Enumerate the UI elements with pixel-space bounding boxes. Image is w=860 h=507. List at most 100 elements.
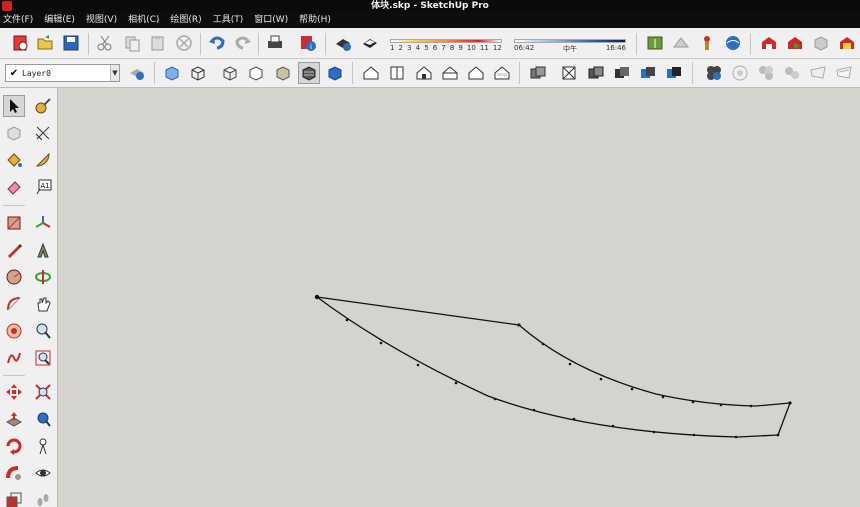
sandbox-from-contours-button[interactable]: [703, 62, 725, 84]
xray-style-button[interactable]: [161, 62, 183, 84]
warehouse-button[interactable]: [758, 32, 780, 54]
make-component-button[interactable]: [3, 122, 25, 144]
share-component-button[interactable]: [810, 32, 832, 54]
pan-tool-button[interactable]: [32, 293, 54, 315]
move-tool-button[interactable]: [3, 381, 25, 403]
iso-view-button[interactable]: [360, 62, 382, 84]
right-view-button[interactable]: [439, 62, 461, 84]
outer-shell-button[interactable]: [558, 62, 580, 84]
front-view-button[interactable]: [413, 62, 435, 84]
redo-button[interactable]: [232, 32, 254, 54]
smoove-button[interactable]: [755, 62, 777, 84]
paint-bucket-button[interactable]: [3, 149, 25, 171]
menu-edit[interactable]: 编辑(E): [44, 12, 75, 28]
save-button[interactable]: [60, 32, 82, 54]
menu-help[interactable]: 帮助(H): [299, 12, 331, 28]
model-info-button[interactable]: i: [297, 32, 319, 54]
line-tool-button[interactable]: [3, 239, 25, 261]
extension-warehouse-button[interactable]: [836, 32, 858, 54]
arrow-cursor-icon: [10, 99, 19, 113]
menu-tools[interactable]: 工具(T): [213, 12, 244, 28]
preview-google-earth-button[interactable]: [722, 32, 744, 54]
protractor-button[interactable]: [32, 149, 54, 171]
menu-view[interactable]: 视图(V): [86, 12, 117, 28]
sandbox-from-scratch-button[interactable]: [729, 62, 751, 84]
eraser-button[interactable]: [3, 176, 25, 198]
shadow-time-slider[interactable]: 06:42 中午 16:46: [514, 33, 626, 55]
subtract-button[interactable]: [611, 62, 633, 84]
back-edges-style-button[interactable]: [187, 62, 209, 84]
orbit-tool-button[interactable]: [32, 266, 54, 288]
share-model-button[interactable]: [784, 32, 806, 54]
new-file-button[interactable]: [9, 32, 31, 54]
split-button[interactable]: [663, 62, 685, 84]
month-labels: 1 2 3 4 5 6 7 8 9 10 11 12: [390, 44, 502, 52]
zoom-tool-button[interactable]: [32, 320, 54, 342]
layer-manager-button[interactable]: [126, 62, 148, 84]
left-view-button[interactable]: [491, 62, 513, 84]
dimension-tool-button[interactable]: [32, 122, 54, 144]
push-pull-tool-button[interactable]: [3, 408, 25, 430]
hidden-line-style-button[interactable]: [245, 62, 267, 84]
stamp-button[interactable]: [781, 62, 803, 84]
photo-texture-button[interactable]: [696, 32, 718, 54]
look-around-button[interactable]: [32, 462, 54, 484]
shaded-textures-style-button[interactable]: [298, 62, 320, 84]
menu-draw[interactable]: 绘图(R): [170, 12, 201, 28]
union-button[interactable]: [527, 62, 549, 84]
paste-button[interactable]: [147, 32, 169, 54]
zoom-extents-button[interactable]: [32, 381, 54, 403]
3d-text-tool-button[interactable]: [32, 239, 54, 261]
open-button[interactable]: [34, 32, 56, 54]
layer-dropdown[interactable]: ✔ Layer0 ▼: [5, 64, 120, 82]
display-shadows-button[interactable]: [359, 32, 381, 54]
cut-button[interactable]: [94, 32, 116, 54]
arc-tool-button[interactable]: [3, 293, 25, 315]
vertex: [345, 318, 349, 322]
circle-tool-button[interactable]: [3, 266, 25, 288]
print-button[interactable]: [264, 32, 286, 54]
menu-camera[interactable]: 相机(C): [128, 12, 159, 28]
modeling-viewport[interactable]: [58, 88, 860, 507]
rotate-tool-button[interactable]: [3, 435, 25, 457]
shadow-settings-button[interactable]: [332, 32, 354, 54]
rectangle-tool-button[interactable]: [3, 212, 25, 234]
add-detail-button[interactable]: [833, 62, 855, 84]
menu-file[interactable]: 文件(F): [3, 12, 33, 28]
scissors-icon: [97, 35, 112, 51]
month-label: 1: [390, 44, 395, 52]
shadow-date-slider[interactable]: 1 2 3 4 5 6 7 8 9 10 11 12: [390, 33, 502, 55]
shaded-style-button[interactable]: [272, 62, 294, 84]
tape-measure-button[interactable]: [32, 95, 54, 117]
text-tool-button[interactable]: A1: [32, 176, 54, 198]
save-icon: [63, 35, 79, 51]
previous-view-button[interactable]: [32, 408, 54, 430]
follow-me-tool-button[interactable]: [3, 462, 25, 484]
add-location-button[interactable]: [644, 32, 666, 54]
intersect-button[interactable]: [585, 62, 607, 84]
polygon-tool-button[interactable]: [3, 320, 25, 342]
menu-window[interactable]: 窗口(W): [254, 12, 288, 28]
drape-button[interactable]: [807, 62, 829, 84]
zoom-window-button[interactable]: [32, 347, 54, 369]
trim-button[interactable]: [637, 62, 659, 84]
undo-button[interactable]: [206, 32, 228, 54]
monochrome-style-button[interactable]: [324, 62, 346, 84]
hand-icon: [37, 297, 51, 312]
freehand-tool-button[interactable]: [3, 347, 25, 369]
polygon-icon: [6, 323, 22, 339]
select-tool-button[interactable]: [3, 95, 25, 117]
scale-tool-button[interactable]: [3, 489, 25, 507]
chevron-down-icon[interactable]: ▼: [110, 65, 119, 81]
toggle-terrain-button[interactable]: [670, 32, 692, 54]
back-house-icon: [468, 66, 484, 80]
back-view-button[interactable]: [465, 62, 487, 84]
axes-tool-button[interactable]: [32, 212, 54, 234]
erase-button[interactable]: [173, 32, 195, 54]
wireframe-style-button[interactable]: [219, 62, 241, 84]
walk-tool-button[interactable]: [32, 489, 54, 507]
text-label-icon: A1: [36, 179, 52, 195]
copy-button[interactable]: [121, 32, 143, 54]
top-view-button[interactable]: [386, 62, 408, 84]
position-camera-button[interactable]: [32, 435, 54, 457]
